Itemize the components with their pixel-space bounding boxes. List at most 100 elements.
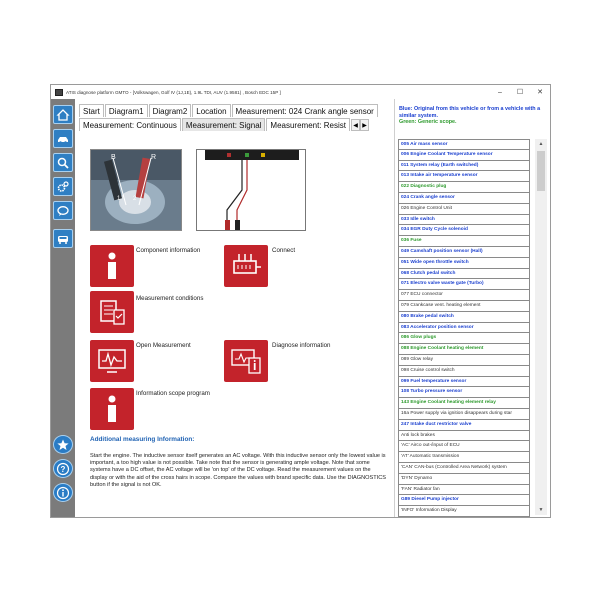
checklist-icon	[100, 300, 125, 325]
component-list-item[interactable]: 068 Clutch pedal switch	[398, 268, 530, 280]
info-button[interactable]	[53, 483, 73, 502]
component-list-item[interactable]: 024 Crank angle sensor	[398, 192, 530, 204]
connector-diagram-image	[197, 150, 305, 230]
scroll-down-arrow[interactable]: ▼	[535, 505, 547, 515]
settings-button[interactable]	[53, 177, 73, 196]
information-scope-program-button[interactable]	[90, 388, 134, 430]
connector-icon	[233, 254, 261, 274]
component-list-item[interactable]: 098 Cruise control switch	[398, 365, 530, 377]
component-list-item[interactable]: 051 Wide open throttle switch	[398, 257, 530, 269]
component-list-item[interactable]: 005 Air mass sensor	[398, 139, 530, 150]
component-list-item[interactable]: Anti lock brakes	[398, 430, 530, 442]
component-list-item[interactable]: 143 Engine Coolant heating element relay	[398, 398, 530, 409]
component-list-item[interactable]: 080 Brake pedal switch	[398, 311, 530, 323]
svg-text:?: ?	[61, 465, 66, 474]
tab-measurement-continuous[interactable]: Measurement: Continuous	[79, 118, 181, 131]
component-list-item[interactable]: 'CAN' CAN-bus (Controlled Area Network) …	[398, 462, 530, 474]
diagnose-information-button[interactable]	[224, 340, 268, 382]
component-list-item[interactable]: 071 Electro valve waste gate (Turbo)	[398, 279, 530, 291]
additional-info-text: Start the engine. The inductive sensor i…	[90, 453, 386, 488]
diagnose-information-label: Diagnose information	[272, 342, 331, 349]
tab-row-primary: Start Diagram1 Diagram2 Location Measurement…	[79, 103, 379, 117]
open-measurement-button[interactable]	[90, 340, 134, 382]
tab-measurement-signal[interactable]: Measurement: Signal	[181, 118, 266, 131]
information-scope-program-label: Information scope program	[136, 390, 210, 397]
app-window: ATIS diagnose platform GMTO - [Volkswage…	[50, 84, 551, 518]
component-panel: Blue: Original from this vehicle or from…	[394, 99, 550, 517]
help-icon: ?	[56, 462, 70, 475]
tab-measurement-024-crank-angle-sensor[interactable]: Measurement: 024 Crank angle sensor	[231, 104, 378, 117]
component-list-item[interactable]: 'AC' Airco out-/input of ECU	[398, 441, 530, 453]
component-list-item[interactable]: 108 Turbo pressure sensor	[398, 387, 530, 399]
component-information-button[interactable]	[90, 245, 134, 287]
measurement-conditions-label: Measurement conditions	[136, 295, 204, 302]
sensor-photo: B R 1 2	[90, 149, 182, 231]
scroll-thumb[interactable]	[537, 151, 545, 191]
component-list-item[interactable]: 079 Crankcase vent. heating element	[398, 300, 530, 312]
sidebar: ?	[51, 99, 75, 517]
help-button[interactable]: ?	[53, 459, 73, 478]
connect-button[interactable]	[224, 245, 268, 287]
component-list-item[interactable]: 'DYN' Dynamo	[398, 473, 530, 485]
component-list-item[interactable]: 16a Power supply via ignition disappears…	[398, 408, 530, 420]
tab-scroll-right-button[interactable]: ▶	[360, 119, 370, 131]
component-list-item[interactable]: 099 Fuel temperature sensor	[398, 376, 530, 388]
photo-label-b: B	[111, 154, 116, 161]
favorites-button[interactable]	[53, 435, 73, 454]
connector-diagram	[196, 149, 306, 231]
tab-location[interactable]: Location	[192, 104, 231, 117]
legend: Blue: Original from this vehicle or from…	[399, 106, 549, 126]
component-list-item[interactable]: 'FAN' Radiator fan	[398, 484, 530, 496]
component-list-item[interactable]: 036 Fuse	[398, 236, 530, 247]
vehicle-button[interactable]	[53, 229, 73, 248]
component-list-item[interactable]: 083 Accelerator position sensor	[398, 322, 530, 334]
open-measurement-label: Open Measurement	[136, 342, 191, 349]
sensor-photo-image: B R 1 2	[91, 150, 181, 230]
minimize-button[interactable]: –	[490, 85, 510, 99]
component-list-item[interactable]: 034 EGR Duty Cycle solenoid	[398, 225, 530, 237]
component-information-label: Component information	[136, 247, 201, 254]
close-button[interactable]: ✕	[530, 85, 550, 99]
component-list-item[interactable]: 033 Idle switch	[398, 214, 530, 226]
component-list-item[interactable]: 013 Intake air temperature sensor	[398, 171, 530, 183]
info-icon	[108, 252, 116, 279]
legend-blue: Blue: Original from this vehicle or from…	[399, 106, 541, 119]
component-list-item[interactable]: 247 Intake duct restrictor valve	[398, 419, 530, 431]
tab-start[interactable]: Start	[79, 104, 104, 117]
component-list-item[interactable]: 'INFO' Information Display	[398, 506, 530, 517]
component-list-item[interactable]: 022 Diagnostic plug	[398, 182, 530, 193]
legend-green: Green: Generic scope.	[399, 119, 457, 126]
component-list: 005 Air mass sensor 006 Engine Coolant Te…	[398, 139, 530, 517]
component-list-item[interactable]: 088 Engine Coolant heating element	[398, 344, 530, 355]
tab-scroll-left-button[interactable]: ◀	[351, 119, 361, 131]
maximize-button[interactable]: ☐	[510, 85, 530, 99]
component-list-item[interactable]: 006 Engine Coolant Temperature sensor	[398, 149, 530, 161]
measurement-conditions-button[interactable]	[90, 291, 134, 333]
connect-label: Connect	[272, 247, 296, 254]
component-list-item[interactable]: 089 Glow relay	[398, 354, 530, 366]
window-controls: – ☐ ✕	[490, 85, 550, 99]
diagnose-monitor-icon	[231, 349, 261, 374]
home-button[interactable]	[53, 105, 73, 124]
tab-diagram1[interactable]: Diagram1	[104, 104, 148, 117]
oscilloscope-icon	[98, 349, 126, 373]
title-bar: ATIS diagnose platform GMTO - [Volkswage…	[51, 85, 550, 99]
component-list-item[interactable]: 'AT' Automatic transmission	[398, 452, 530, 463]
search-button[interactable]	[53, 153, 73, 172]
star-icon	[57, 439, 69, 450]
tab-row-secondary: Measurement: Continuous Measurement: Sign…	[79, 117, 370, 131]
chat-button[interactable]	[53, 201, 73, 220]
tab-measurement-resist[interactable]: Measurement: Resist	[266, 118, 351, 131]
component-list-item[interactable]: 077 ECU connector	[398, 290, 530, 301]
scroll-up-arrow[interactable]: ▲	[535, 139, 547, 149]
search-icon	[57, 157, 69, 169]
component-list-item[interactable]: 026 Engine Control Unit	[398, 203, 530, 215]
component-list-item[interactable]: 086 Glow plugs	[398, 333, 530, 345]
component-list-item[interactable]: 011 System relay (Earth switched)	[398, 160, 530, 172]
component-list-item[interactable]: 049 Camshaft position sensor (Hall)	[398, 246, 530, 258]
component-list-item[interactable]: G89 Diesel Pump injector	[398, 495, 530, 507]
tab-diagram2[interactable]: Diagram2	[148, 104, 192, 117]
component-list-scrollbar[interactable]: ▲ ▼	[535, 139, 547, 515]
gear-icon	[57, 180, 69, 192]
car-button[interactable]	[53, 129, 73, 148]
